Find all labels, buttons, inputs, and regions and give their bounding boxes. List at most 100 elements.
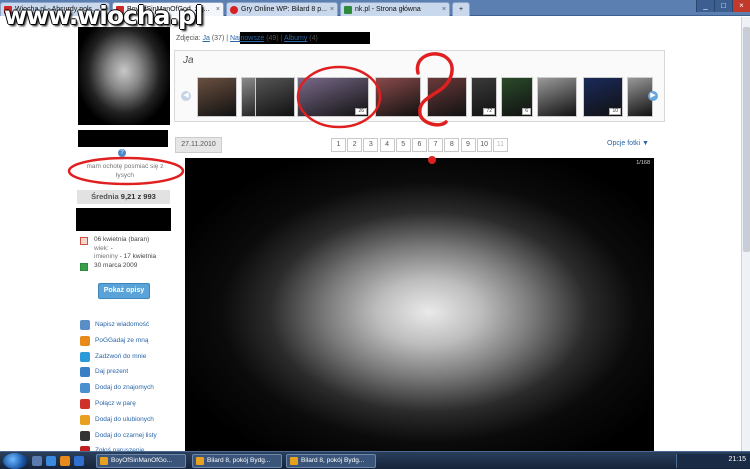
action-envelope[interactable]: Napisz wiadomość (78, 319, 173, 335)
show-desktop-icon[interactable] (32, 456, 42, 466)
nameday-value: - 17 kwietnia (119, 253, 157, 260)
action-gg-flower[interactable]: PoGGadaj ze mną (78, 335, 173, 351)
photo-nav-albumy-count: (4) (309, 35, 318, 42)
album-thumbnail[interactable]: 6 (501, 77, 533, 117)
photo-options-menu[interactable]: Opcje fotki ▼ (607, 140, 649, 147)
tab-gry-online[interactable]: Gry Online WP: Bilard 8 p... × (226, 2, 338, 16)
maximize-button[interactable]: □ (714, 0, 732, 12)
window-controls: _ □ × (696, 0, 750, 12)
page-link-2[interactable]: 2 (347, 138, 363, 152)
birthday-row: 06 kwietnia (baran) (78, 236, 170, 245)
help-icon[interactable]: ? (118, 149, 126, 157)
blacklist-icon (80, 430, 90, 441)
photo-nav: Zdjęcia: Ja (37) | Najnowsze (49) | Albu… (176, 35, 318, 42)
photo-pager: 1 2 3 4 5 6 7 8 9 10 11 (331, 138, 509, 152)
start-button[interactable] (3, 453, 27, 469)
joined-arrow-icon (80, 262, 88, 271)
vertical-scrollbar[interactable] (741, 17, 750, 451)
new-tab-button[interactable]: + (452, 2, 470, 16)
album-strip: Ja ◀ 26 72 6 10 ▶ (174, 50, 665, 122)
nameday-label: imieniny (94, 253, 118, 260)
quicklaunch-icon[interactable] (74, 456, 84, 466)
album-thumbnail[interactable]: 10 (583, 77, 623, 117)
album-thumbnail[interactable] (255, 77, 295, 117)
rating-value: 9,21 z 993 (120, 192, 156, 201)
photo-nav-ja-count: (37) (211, 35, 225, 42)
site-watermark: www.wiocha.pl (4, 1, 203, 30)
action-gift[interactable]: Daj prezent (78, 366, 173, 382)
page-link-7[interactable]: 7 (428, 138, 444, 152)
taskbar-item-label: Bilard 8, pokój Bydg... (301, 457, 365, 464)
joined-row: 30 marca 2009 (78, 262, 170, 271)
profile-avatar[interactable] (78, 27, 170, 125)
page-link-4[interactable]: 4 (379, 138, 395, 152)
taskbar-item-label: BoyOfSinManOfGo... (111, 457, 173, 464)
photo-nav-najnowsze-count: (49) (266, 35, 279, 42)
tab-title: nk.pl - Strona główna (355, 6, 421, 13)
chrome-icon (290, 457, 298, 465)
photo-nav-najnowsze-link[interactable]: Najnowsze (230, 35, 264, 42)
close-icon[interactable]: × (216, 3, 220, 16)
envelope-icon (80, 320, 90, 330)
taskbar-item[interactable]: Bilard 8, pokój Bydg... (286, 454, 376, 468)
thumbnail-count: 26 (355, 108, 367, 115)
thumbnail-count: 10 (609, 108, 621, 115)
age-label: wiek: (94, 244, 109, 252)
tab-nk[interactable]: nk.pl - Strona główna × (340, 2, 450, 16)
wp-favicon-icon (230, 6, 238, 14)
photo-nav-ja-link[interactable]: Ja (202, 35, 209, 42)
scrollbar-thumb[interactable] (743, 27, 750, 252)
close-icon[interactable]: × (330, 3, 334, 16)
joined-date: 30 marca 2009 (94, 261, 138, 269)
rating-average: Średnia 9,21 z 993 (77, 190, 170, 204)
action-add-friend[interactable]: Dodaj do znajomych (78, 382, 173, 398)
show-descriptions-button[interactable]: Pokaż opisy (98, 283, 150, 299)
nk-favicon-icon (344, 6, 352, 14)
thumbnail-count: 72 (483, 108, 495, 115)
page-link-5[interactable]: 5 (395, 138, 411, 152)
chrome-icon (100, 457, 108, 465)
page-link-1[interactable]: 1 (331, 138, 346, 152)
action-star[interactable]: Dodaj do ulubionych (78, 414, 173, 430)
album-title: Ja (183, 55, 194, 66)
action-blacklist[interactable]: Dodaj do czarnej listy (78, 430, 173, 446)
profile-actions: Napisz wiadomość PoGGadaj ze mną Zadzwoń d… (78, 319, 173, 451)
album-thumbnail[interactable] (375, 77, 421, 117)
action-label: Dodaj do ulubionych (95, 415, 154, 423)
page-link-11[interactable]: 11 (492, 138, 508, 152)
photo-nav-albumy-link[interactable]: Albumy (284, 35, 307, 42)
page-link-10[interactable]: 10 (476, 138, 492, 152)
action-heart[interactable]: Połącz w parę (78, 398, 173, 414)
action-label: Połącz w parę (95, 399, 136, 407)
photo-date: 27.11.2010 (175, 137, 222, 153)
taskbar-item[interactable]: BoyOfSinManOfGo... (96, 454, 186, 468)
taskbar-item-label: Bilard 8, pokój Bydg... (207, 457, 271, 464)
close-window-button[interactable]: × (732, 0, 750, 12)
tab-title: Gry Online WP: Bilard 8 p... (241, 6, 327, 13)
ie-icon[interactable] (46, 456, 56, 466)
album-thumbnail[interactable] (537, 77, 577, 117)
page-link-8[interactable]: 8 (444, 138, 460, 152)
next-arrow-icon[interactable]: ▶ (648, 91, 658, 101)
action-skype[interactable]: Zadzwoń do mnie (78, 351, 173, 367)
skype-icon (80, 351, 90, 362)
action-label: Dodaj do czarnej listy (95, 431, 157, 439)
album-thumbnail[interactable] (427, 77, 467, 117)
gift-icon (80, 367, 90, 378)
page-link-6[interactable]: 6 (411, 138, 427, 152)
prev-arrow-icon[interactable]: ◀ (181, 91, 191, 101)
album-thumbnail[interactable]: 26 (297, 77, 369, 117)
page-link-3[interactable]: 3 (363, 138, 379, 152)
page-link-9[interactable]: 9 (460, 138, 476, 152)
album-thumbnail[interactable]: 72 (471, 77, 497, 117)
main-photo[interactable]: 1/168 (185, 158, 654, 451)
star-icon (80, 414, 90, 425)
media-icon[interactable] (60, 456, 70, 466)
photo-nav-prefix: Zdjęcia: (176, 35, 201, 42)
album-thumbnail[interactable] (197, 77, 237, 117)
close-icon[interactable]: × (442, 3, 446, 16)
minimize-button[interactable]: _ (696, 0, 714, 12)
taskbar-item[interactable]: Bilard 8, pokój Bydg... (192, 454, 282, 468)
gg-flower-icon (80, 335, 90, 346)
heart-icon (80, 398, 90, 409)
